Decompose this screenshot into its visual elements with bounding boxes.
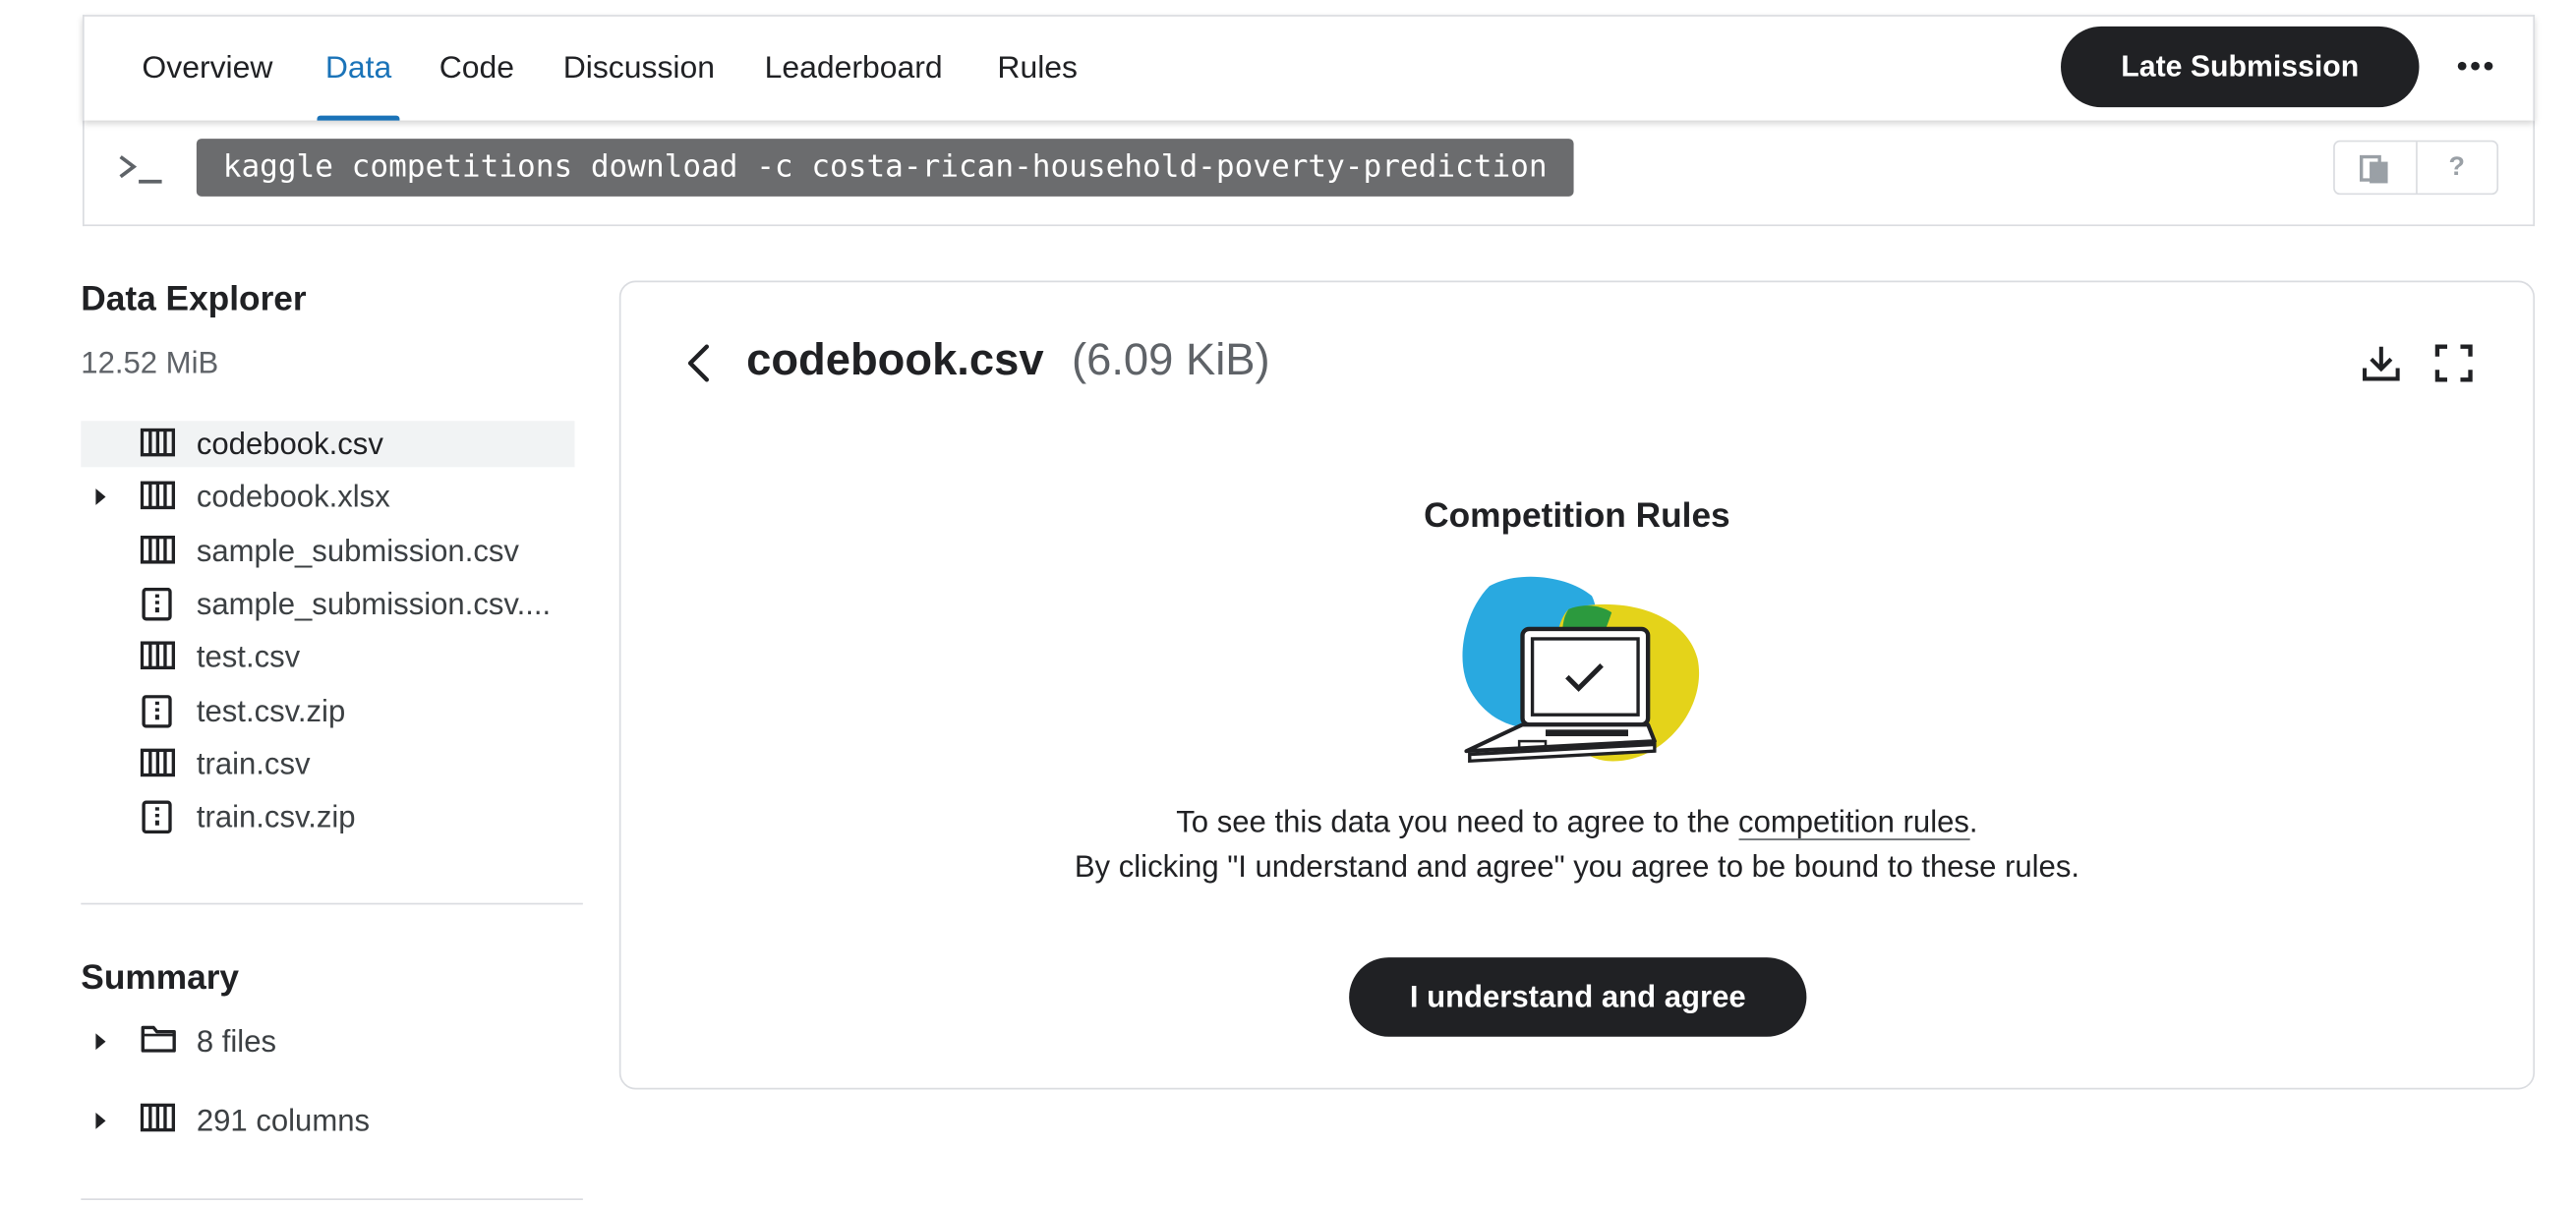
top-nav: Overview Data Code Discussion Leaderboar…	[82, 15, 2536, 121]
terminal-prompt-icon	[119, 155, 162, 184]
help-button[interactable]: ?	[2415, 142, 2496, 194]
tab-discussion[interactable]: Discussion	[563, 17, 715, 121]
file-preview-card: codebook.csv (6.09 KiB) Competition Rule…	[618, 280, 2536, 1090]
tab-data[interactable]: Data	[317, 17, 400, 121]
file-name: train.csv	[196, 746, 311, 781]
folder-icon	[141, 1025, 176, 1053]
notice-prefix: To see this data you need to agree to th…	[1176, 803, 1739, 839]
file-item-codebook-csv[interactable]: codebook.csv	[81, 421, 575, 468]
more-horizontal-icon	[2457, 61, 2493, 71]
fullscreen-icon	[2434, 344, 2473, 382]
rules-notice: To see this data you need to agree to th…	[620, 799, 2533, 889]
data-explorer-title: Data Explorer	[81, 280, 307, 319]
page: Overview Data Code Discussion Leaderboar…	[0, 0, 2576, 1205]
summary-item-files[interactable]: 8 files	[81, 1018, 576, 1064]
file-item-train-csv[interactable]: train.csv	[81, 741, 574, 787]
competition-rules-link[interactable]: competition rules	[1738, 803, 1969, 840]
copy-command-button[interactable]	[2335, 142, 2415, 193]
tab-overview[interactable]: Overview	[142, 17, 272, 121]
download-button[interactable]	[2360, 342, 2403, 393]
file-item-sample-submission-csv[interactable]: sample_submission.csv	[81, 528, 574, 574]
table-icon	[140, 641, 176, 670]
command-tools: ?	[2333, 140, 2499, 196]
file-size: (6.09 KiB)	[1071, 334, 1270, 385]
table-icon	[140, 428, 176, 457]
summary-label: 8 files	[196, 1023, 277, 1059]
caret-right-icon[interactable]	[94, 487, 107, 506]
table-icon	[140, 535, 176, 564]
summary-label: 291 columns	[196, 1102, 371, 1138]
tab-rules[interactable]: Rules	[997, 17, 1078, 121]
notice-line-1: To see this data you need to agree to th…	[620, 799, 2533, 843]
dataset-size: 12.52 MiB	[81, 345, 219, 380]
tab-code[interactable]: Code	[439, 17, 514, 121]
summary-title: Summary	[81, 958, 240, 998]
more-options-button[interactable]	[2450, 41, 2499, 90]
zip-file-icon	[142, 587, 172, 621]
file-name: test.csv.zip	[196, 693, 346, 728]
notice-line-2: By clicking "I understand and agree" you…	[1074, 848, 2080, 884]
back-button[interactable]	[683, 342, 713, 393]
table-icon	[140, 748, 176, 777]
fullscreen-button[interactable]	[2434, 343, 2474, 391]
file-title: codebook.csv	[746, 334, 1044, 385]
file-item-train-zip[interactable]: train.csv.zip	[81, 794, 574, 840]
summary-item-columns[interactable]: 291 columns	[81, 1098, 576, 1144]
copy-icon	[2360, 154, 2388, 183]
file-name: codebook.csv	[196, 426, 383, 461]
file-name: test.csv	[196, 638, 301, 674]
file-item-codebook-xlsx[interactable]: codebook.xlsx	[81, 474, 574, 520]
laptop-checkmark-illustration	[1462, 576, 1700, 764]
zip-file-icon	[142, 800, 172, 834]
file-name: sample_submission.csv....	[196, 586, 552, 621]
file-name: sample_submission.csv	[196, 533, 519, 568]
api-command-bar: kaggle competitions download -c costa-ri…	[82, 118, 2536, 227]
download-icon	[2363, 346, 2400, 381]
zip-file-icon	[142, 695, 172, 728]
notice-suffix: .	[1968, 803, 1978, 839]
chevron-left-icon	[687, 344, 710, 382]
competition-rules-title: Competition Rules	[1424, 496, 1730, 536]
file-item-sample-submission-zip[interactable]: sample_submission.csv....	[81, 581, 574, 627]
file-item-test-zip[interactable]: test.csv.zip	[81, 688, 574, 734]
api-command-text[interactable]: kaggle competitions download -c costa-ri…	[196, 139, 1574, 197]
caret-right-icon[interactable]	[94, 1032, 107, 1052]
caret-right-icon[interactable]	[94, 1111, 107, 1130]
agree-button[interactable]: I understand and agree	[1349, 957, 1807, 1037]
tab-leaderboard[interactable]: Leaderboard	[765, 17, 943, 121]
late-submission-button[interactable]: Late Submission	[2061, 26, 2420, 108]
table-icon	[140, 1103, 176, 1132]
file-item-test-csv[interactable]: test.csv	[81, 634, 574, 680]
table-icon	[140, 481, 176, 510]
sidebar-divider	[81, 1198, 583, 1200]
file-name: train.csv.zip	[196, 798, 356, 834]
sidebar-divider	[81, 902, 583, 905]
file-name: codebook.xlsx	[196, 479, 390, 514]
